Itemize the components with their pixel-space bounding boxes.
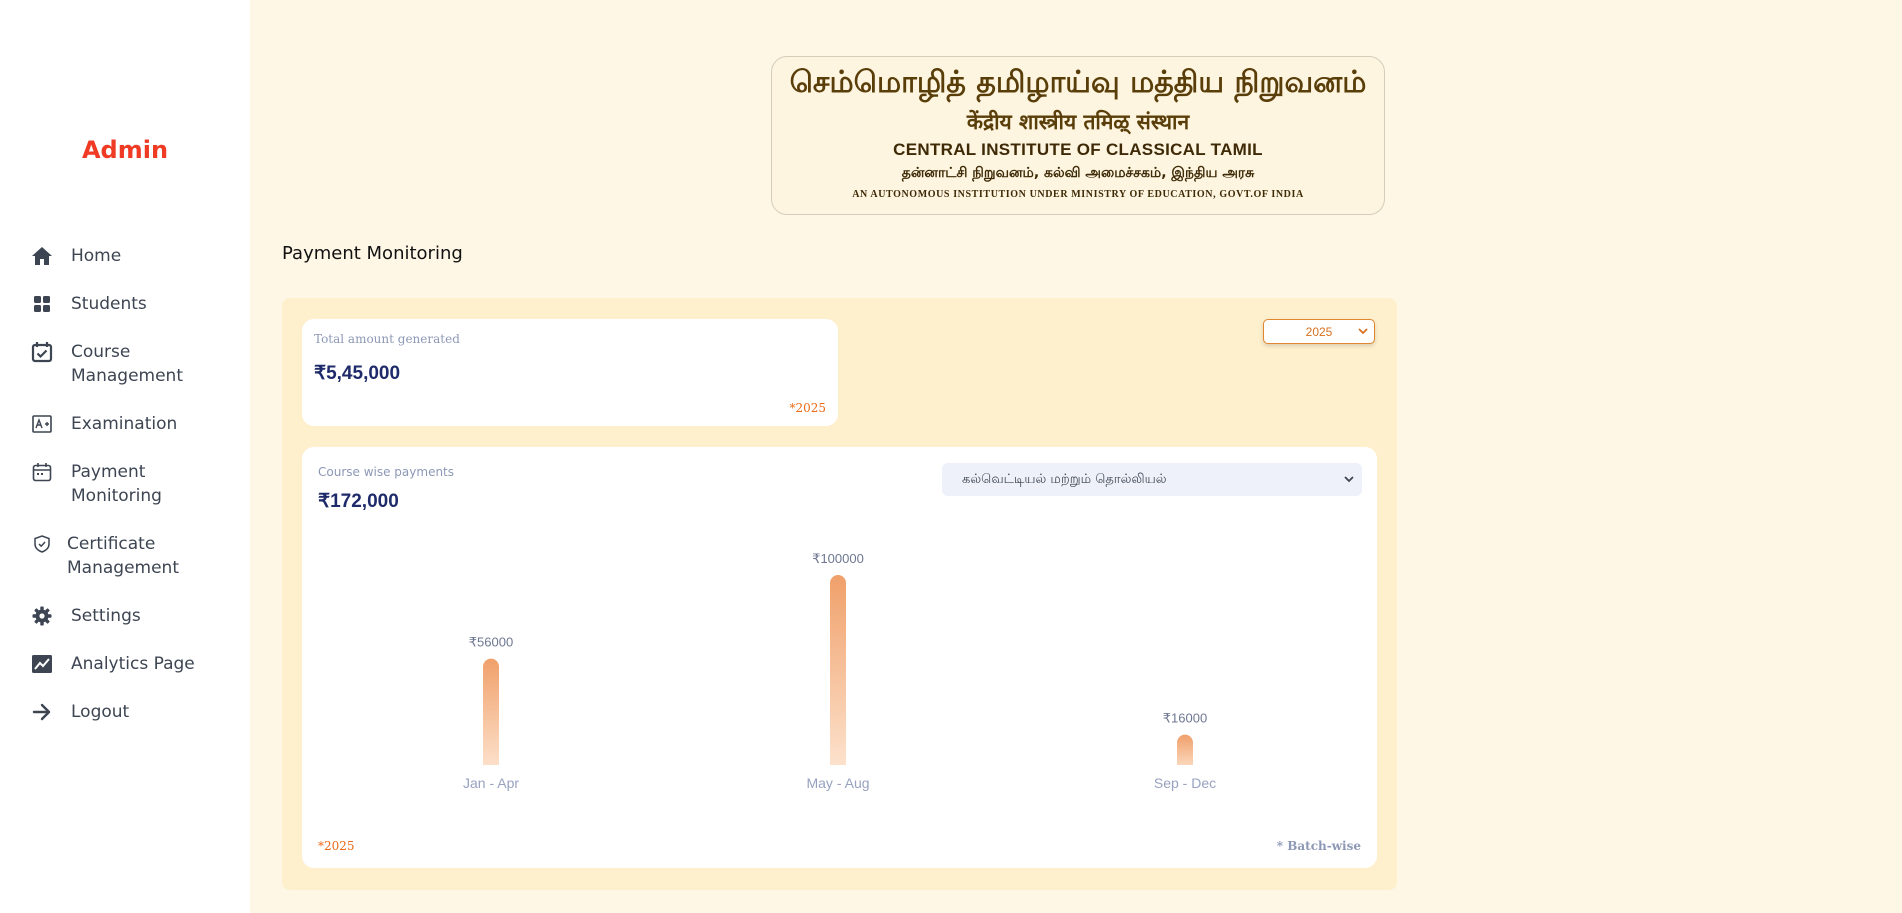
logo-tamil-subtitle: தன்னாட்சி நிறுவனம், கல்வி அமைச்சகம், இந்… bbox=[901, 165, 1255, 181]
sidebar-item-label: Logout bbox=[71, 702, 130, 722]
chart-tick-label: Sep - Dec bbox=[1154, 775, 1216, 791]
sidebar-item-label: Students bbox=[71, 294, 147, 314]
chart-bar bbox=[483, 658, 499, 773]
page-title: Payment Monitoring bbox=[282, 243, 463, 264]
sidebar-item-label: Examination bbox=[71, 414, 178, 434]
sidebar-item-label: Analytics Page bbox=[71, 654, 195, 674]
institute-logo: செம்மொழித் தமிழாய்வு மத்திய நிறுவனம் कें… bbox=[771, 56, 1385, 215]
sidebar-item-label: Settings bbox=[71, 606, 141, 626]
total-amount-year-note: *2025 bbox=[789, 401, 826, 415]
sidebar-item-settings[interactable]: Settings bbox=[0, 604, 250, 628]
total-amount-label: Total amount generated bbox=[314, 332, 460, 346]
sidebar-item-students[interactable]: Students bbox=[0, 292, 250, 316]
sidebar-item-certificate-management[interactable]: Certificate Management bbox=[0, 532, 250, 580]
sidebar-item-examination[interactable]: Examination bbox=[0, 412, 250, 436]
total-amount-card: Total amount generated ₹5,45,000 *2025 bbox=[302, 319, 838, 426]
sidebar-item-analytics-page[interactable]: Analytics Page bbox=[0, 652, 250, 676]
calendar-icon bbox=[31, 460, 53, 484]
chart-line-icon bbox=[31, 652, 53, 676]
grid-icon bbox=[31, 292, 53, 316]
payment-panel: Total amount generated ₹5,45,000 *2025 2… bbox=[282, 298, 1397, 890]
arrow-right-icon bbox=[31, 700, 53, 724]
sidebar: Admin Home Students Course Management Ex… bbox=[0, 0, 250, 913]
chart-value-label: ₹100000 bbox=[812, 551, 864, 566]
sidebar-item-label: Certificate Management bbox=[67, 534, 179, 578]
chart-value-label: ₹16000 bbox=[1163, 711, 1207, 726]
payments-bar-chart: ₹56000 Jan - Apr ₹100000 May - Aug ₹16000 Sep… bbox=[463, 551, 1216, 791]
sidebar-item-home[interactable]: Home bbox=[0, 244, 250, 268]
sidebar-item-course-management[interactable]: Course Management bbox=[0, 340, 250, 388]
sidebar-item-label: Home bbox=[71, 246, 122, 266]
year-select-value: 2025 bbox=[1305, 324, 1333, 339]
calendar-check-icon bbox=[31, 340, 53, 364]
chart-value-label: ₹56000 bbox=[469, 635, 513, 650]
logo-hindi-title: केंद्रीय शास्त्रीय तमिऴ् संस्थान bbox=[966, 109, 1190, 134]
chevron-down-icon bbox=[1358, 325, 1368, 340]
sidebar-item-label: Course Management bbox=[71, 342, 183, 386]
chart-tick-label: Jan - Apr bbox=[463, 775, 519, 791]
gear-icon bbox=[31, 604, 53, 628]
logo-english-subtitle: AN AUTONOMOUS INSTITUTION UNDER MINISTRY… bbox=[852, 189, 1304, 200]
course-payments-year-note: *2025 bbox=[318, 839, 355, 853]
chart-tick-label: May - Aug bbox=[806, 775, 869, 791]
home-icon bbox=[31, 244, 53, 268]
chart-bar bbox=[830, 575, 846, 773]
year-select[interactable]: 2025 bbox=[1263, 319, 1375, 344]
sidebar-item-payment-monitoring[interactable]: Payment Monitoring bbox=[0, 460, 250, 508]
sidebar-item-logout[interactable]: Logout bbox=[0, 700, 250, 724]
sidebar-nav: Home Students Course Management Examinat… bbox=[0, 244, 250, 748]
batch-wise-note: * Batch-wise bbox=[1276, 839, 1361, 853]
main-content: செம்மொழித் தமிழாய்வு மத்திய நிறுவனம் कें… bbox=[250, 0, 1902, 913]
grade-icon bbox=[31, 412, 53, 436]
logo-tamil-title: செம்மொழித் தமிழாய்வு மத்திய நிறுவனம் bbox=[789, 65, 1367, 100]
total-amount-value: ₹5,45,000 bbox=[314, 363, 401, 384]
shield-check-icon bbox=[31, 532, 53, 556]
logo-english-title: CENTRAL INSTITUTE OF CLASSICAL TAMIL bbox=[893, 140, 1263, 159]
sidebar-item-label: Payment Monitoring bbox=[71, 462, 162, 506]
course-payments-card: Course wise payments ₹172,000 கல்வெட்டிய… bbox=[302, 447, 1377, 868]
brand-title: Admin bbox=[81, 136, 169, 164]
